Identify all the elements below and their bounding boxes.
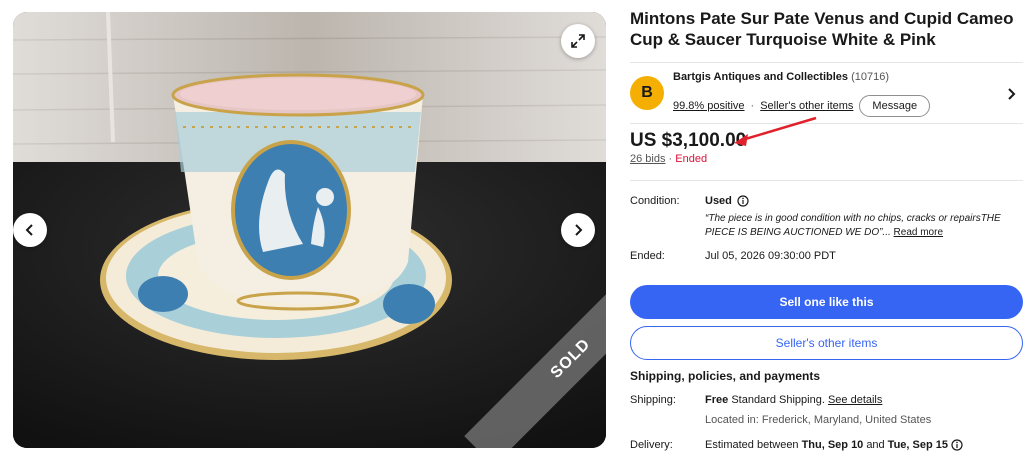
item-location: Located in: Frederick, Maryland, United … (705, 414, 932, 426)
chevron-left-icon (25, 224, 33, 236)
seller-name[interactable]: Bartgis Antiques and Collectibles (673, 71, 848, 83)
condition-value-row: Used (705, 195, 749, 207)
sell-one-like-this-button[interactable]: Sell one like this (630, 285, 1023, 319)
previous-image-button[interactable] (13, 213, 47, 247)
seller-feedback-count: (10716) (851, 71, 889, 83)
shipping-text: Standard Shipping. (731, 394, 825, 406)
divider (630, 180, 1023, 181)
ended-label: Ended: (630, 250, 665, 262)
shipping-free: Free (705, 394, 729, 406)
expand-icon (571, 34, 585, 48)
condition-value: Used (705, 195, 749, 207)
separator-dot: · (668, 153, 673, 165)
delivery-start: Thu, Sep 10 (801, 439, 864, 451)
seller-card[interactable]: B Bartgis Antiques and Collectibles (107… (630, 62, 1023, 124)
shipping-section-title: Shipping, policies, and payments (630, 369, 821, 383)
delivery-and: and (866, 439, 885, 451)
chevron-right-icon (575, 224, 583, 236)
ended-value: Jul 05, 2026 09:30:00 PDT (705, 250, 836, 262)
delivery-end: Tue, Sep 15 (887, 439, 948, 451)
seller-positive-link[interactable]: 99.8% positive (673, 100, 745, 112)
annotation-arrow-icon (734, 116, 817, 146)
see-details-link[interactable]: See details (828, 394, 882, 406)
condition-label: Condition: (630, 195, 680, 207)
auction-status: Ended (675, 153, 708, 165)
condition-text: Used (705, 195, 732, 207)
current-price: US $3,100.00 (630, 130, 747, 151)
separator-dot: · (750, 100, 755, 112)
next-image-button[interactable] (561, 213, 595, 247)
message-seller-button[interactable]: Message (859, 95, 931, 117)
seller-other-items-link[interactable]: Seller's other items (760, 100, 853, 112)
listing-title: Mintons Pate Sur Pate Venus and Cupid Ca… (630, 9, 1014, 49)
shipping-value: Free Standard Shipping. See details (705, 394, 882, 406)
delivery-label: Delivery: (630, 439, 673, 451)
read-more-link[interactable]: Read more (894, 227, 943, 238)
seller-name-line[interactable]: Bartgis Antiques and Collectibles (10716… (673, 71, 889, 83)
chevron-right-icon[interactable] (1007, 87, 1017, 101)
listing-panel: Mintons Pate Sur Pate Venus and Cupid Ca… (630, 8, 1023, 451)
bids-link[interactable]: 26 bids (630, 153, 665, 165)
delivery-prefix: Estimated between (705, 439, 799, 451)
seller-avatar[interactable]: B (630, 76, 664, 110)
expand-image-button[interactable] (561, 24, 595, 58)
bid-info: 26 bids · Ended (630, 153, 707, 165)
delivery-value: Estimated between Thu, Sep 10 and Tue, S… (705, 439, 963, 451)
image-gallery[interactable]: SOLD (13, 12, 606, 448)
info-icon[interactable] (951, 439, 963, 451)
info-icon[interactable] (737, 195, 749, 207)
condition-quote: “The piece is in good condition with no … (705, 213, 1001, 238)
sellers-other-items-button[interactable]: Seller's other items (630, 326, 1023, 360)
condition-description: “The piece is in good condition with no … (705, 212, 1023, 240)
shipping-label: Shipping: (630, 394, 676, 406)
